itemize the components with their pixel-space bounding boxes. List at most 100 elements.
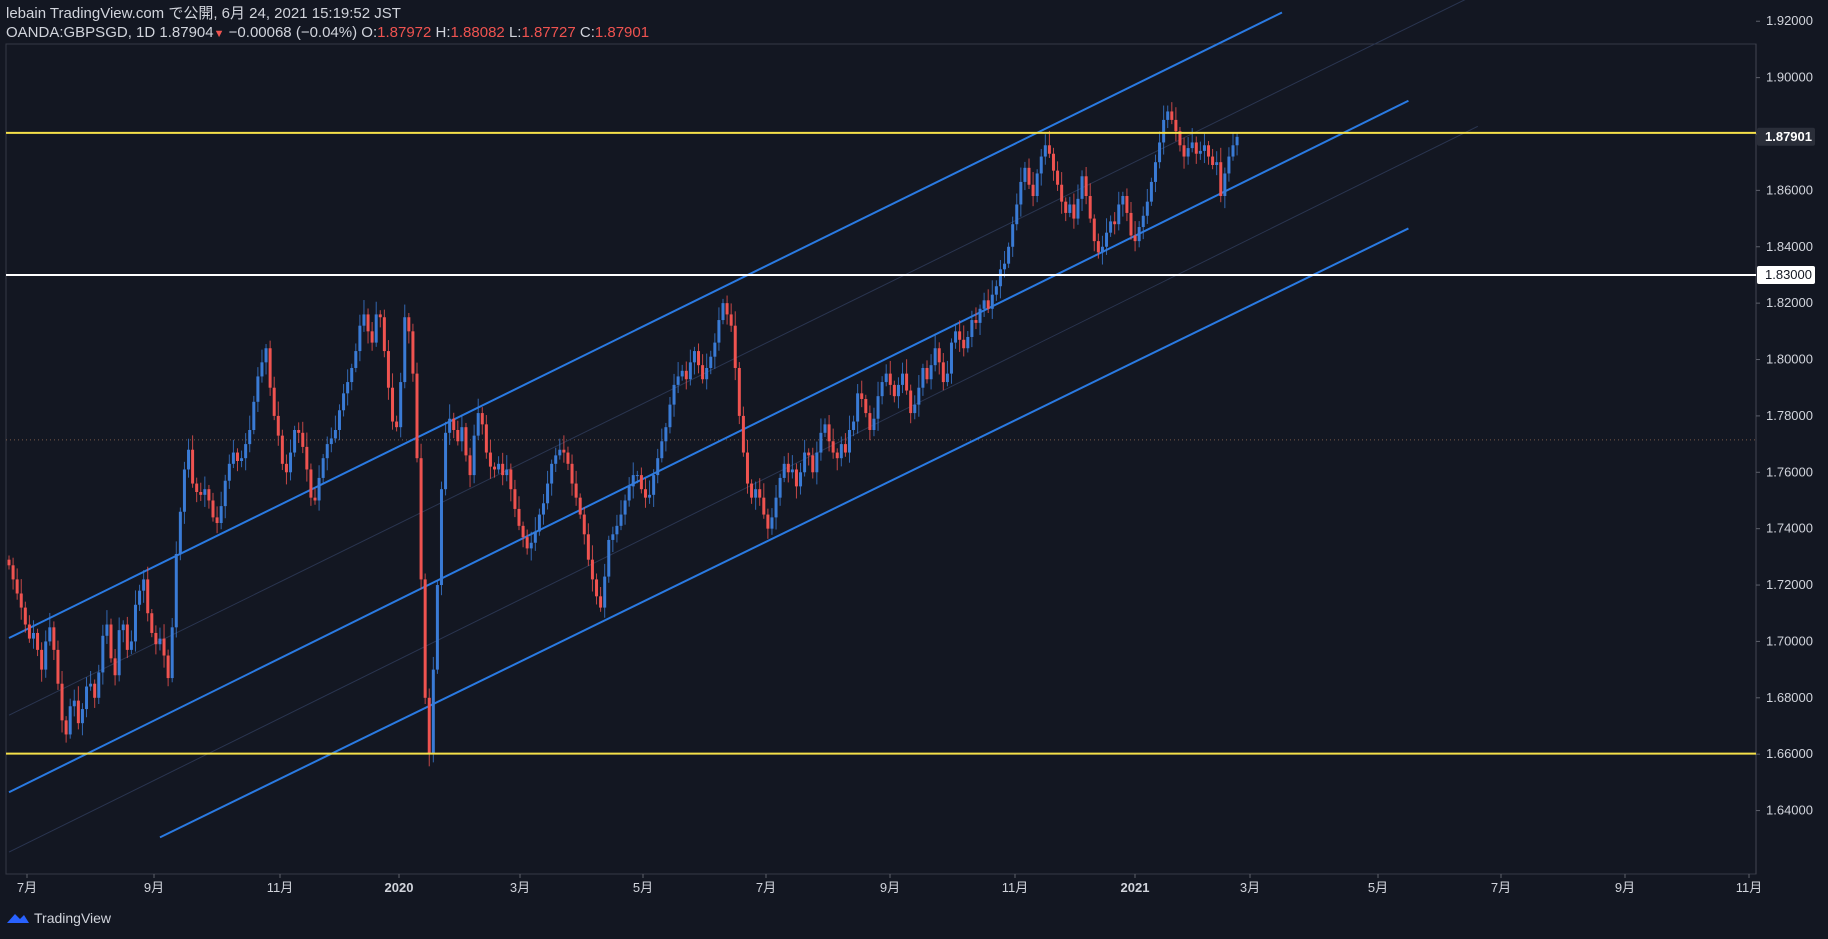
- candle-body: [211, 500, 215, 518]
- candle-body: [864, 398, 868, 414]
- candle-body: [215, 517, 219, 524]
- candle-body: [272, 387, 276, 416]
- candle-body: [1231, 145, 1235, 157]
- x-tick-label: 2021: [1121, 880, 1150, 895]
- candle-body: [342, 393, 346, 411]
- y-tick-label: 1.64000: [1766, 803, 1813, 818]
- candle-body: [493, 466, 497, 470]
- candle-body: [917, 387, 921, 405]
- candle-body: [921, 367, 925, 388]
- candle-body: [705, 367, 709, 380]
- candle-body: [456, 429, 460, 442]
- y-tick-label: 1.90000: [1766, 70, 1813, 85]
- candle-body: [982, 300, 986, 309]
- candle-body: [1215, 162, 1219, 166]
- candle-body: [595, 579, 599, 597]
- candle-body: [72, 700, 76, 707]
- candle-body: [717, 320, 721, 343]
- candle-body: [362, 314, 366, 326]
- candle-body: [105, 624, 109, 636]
- x-tick-label: 5月: [1368, 880, 1388, 895]
- candle-body: [317, 477, 321, 501]
- candle-body: [1035, 173, 1039, 197]
- x-tick-label: 11月: [1736, 880, 1763, 895]
- candle-body: [289, 452, 293, 473]
- candle-body: [611, 534, 615, 540]
- price-axis[interactable]: 1.920001.900001.880001.860001.840001.820…: [1756, 13, 1815, 818]
- candle-body: [721, 303, 725, 321]
- candle-body: [411, 331, 415, 374]
- candle-body: [770, 517, 774, 529]
- candle-body: [444, 432, 448, 490]
- channel-midline-0: [8, 0, 1466, 716]
- candle-body: [550, 463, 554, 484]
- candle-body: [1202, 145, 1206, 151]
- candle-body: [97, 672, 101, 698]
- candle-body: [268, 348, 272, 388]
- y-tick-label: 1.80000: [1766, 352, 1813, 367]
- candle-body: [85, 686, 89, 710]
- candle-body: [758, 489, 762, 498]
- candle-body: [350, 367, 354, 383]
- candle-body: [382, 317, 386, 352]
- candle-body: [182, 469, 186, 512]
- candle-body: [590, 559, 594, 580]
- candle-body: [1162, 119, 1166, 143]
- candle-body: [1129, 212, 1133, 236]
- y-tick-label: 1.68000: [1766, 690, 1813, 705]
- candle-body: [146, 579, 150, 614]
- candle-body: [876, 396, 880, 419]
- candle-body: [978, 308, 982, 323]
- candle-body: [937, 348, 941, 363]
- candle-body: [1064, 201, 1068, 213]
- candle-body: [856, 393, 860, 422]
- candle-body: [395, 421, 399, 428]
- candle-body: [541, 503, 545, 515]
- candle-body: [1133, 235, 1137, 242]
- candle-body: [994, 286, 998, 295]
- candle-body: [766, 514, 770, 529]
- candle-body: [786, 463, 790, 473]
- candle-body: [815, 452, 819, 473]
- candle-body: [497, 463, 501, 470]
- time-axis[interactable]: 7月 9月 11月 2020 3月 5月 7月 9月 11月 2021 3月 5月 7月 9月 11月: [17, 874, 1762, 895]
- candle-body: [925, 367, 929, 380]
- tradingview-branding[interactable]: TradingView: [6, 910, 111, 926]
- candle-body: [1113, 221, 1117, 225]
- candle-body: [93, 683, 97, 698]
- candle-body: [1051, 153, 1055, 171]
- candle-body: [962, 339, 966, 349]
- candle-body: [692, 351, 696, 363]
- candle-body: [207, 489, 211, 501]
- price-chart[interactable]: 1.920001.900001.880001.860001.840001.820…: [0, 0, 1828, 939]
- candle-body: [333, 429, 337, 439]
- candle-body: [423, 579, 427, 698]
- horizontal-levels[interactable]: [6, 131, 1756, 755]
- candle-body: [154, 632, 158, 645]
- x-tick-label: 9月: [1615, 880, 1635, 895]
- candle-body: [1223, 173, 1227, 197]
- candle-body: [668, 404, 672, 428]
- candle-body: [386, 351, 390, 388]
- candle-body: [954, 331, 958, 343]
- candle-body: [138, 590, 142, 605]
- candle-body: [1019, 181, 1023, 205]
- candle-body: [1072, 204, 1076, 219]
- candle-body: [1011, 224, 1015, 247]
- candle-body: [403, 317, 407, 383]
- candle-body: [974, 320, 978, 323]
- candle-body: [537, 514, 541, 532]
- candle-body: [745, 452, 749, 484]
- candle-body: [680, 370, 684, 377]
- candle-body: [774, 497, 778, 518]
- candle-body: [476, 413, 480, 436]
- candle-body: [276, 415, 280, 436]
- candle-body: [631, 475, 635, 487]
- plot-frame: [5, 43, 1757, 875]
- candle-body: [1092, 218, 1096, 242]
- y-tick-label: 1.72000: [1766, 577, 1813, 592]
- candle-body: [325, 444, 329, 459]
- candle-body: [958, 331, 962, 340]
- candle-body: [484, 424, 488, 453]
- candle-body: [1153, 162, 1157, 182]
